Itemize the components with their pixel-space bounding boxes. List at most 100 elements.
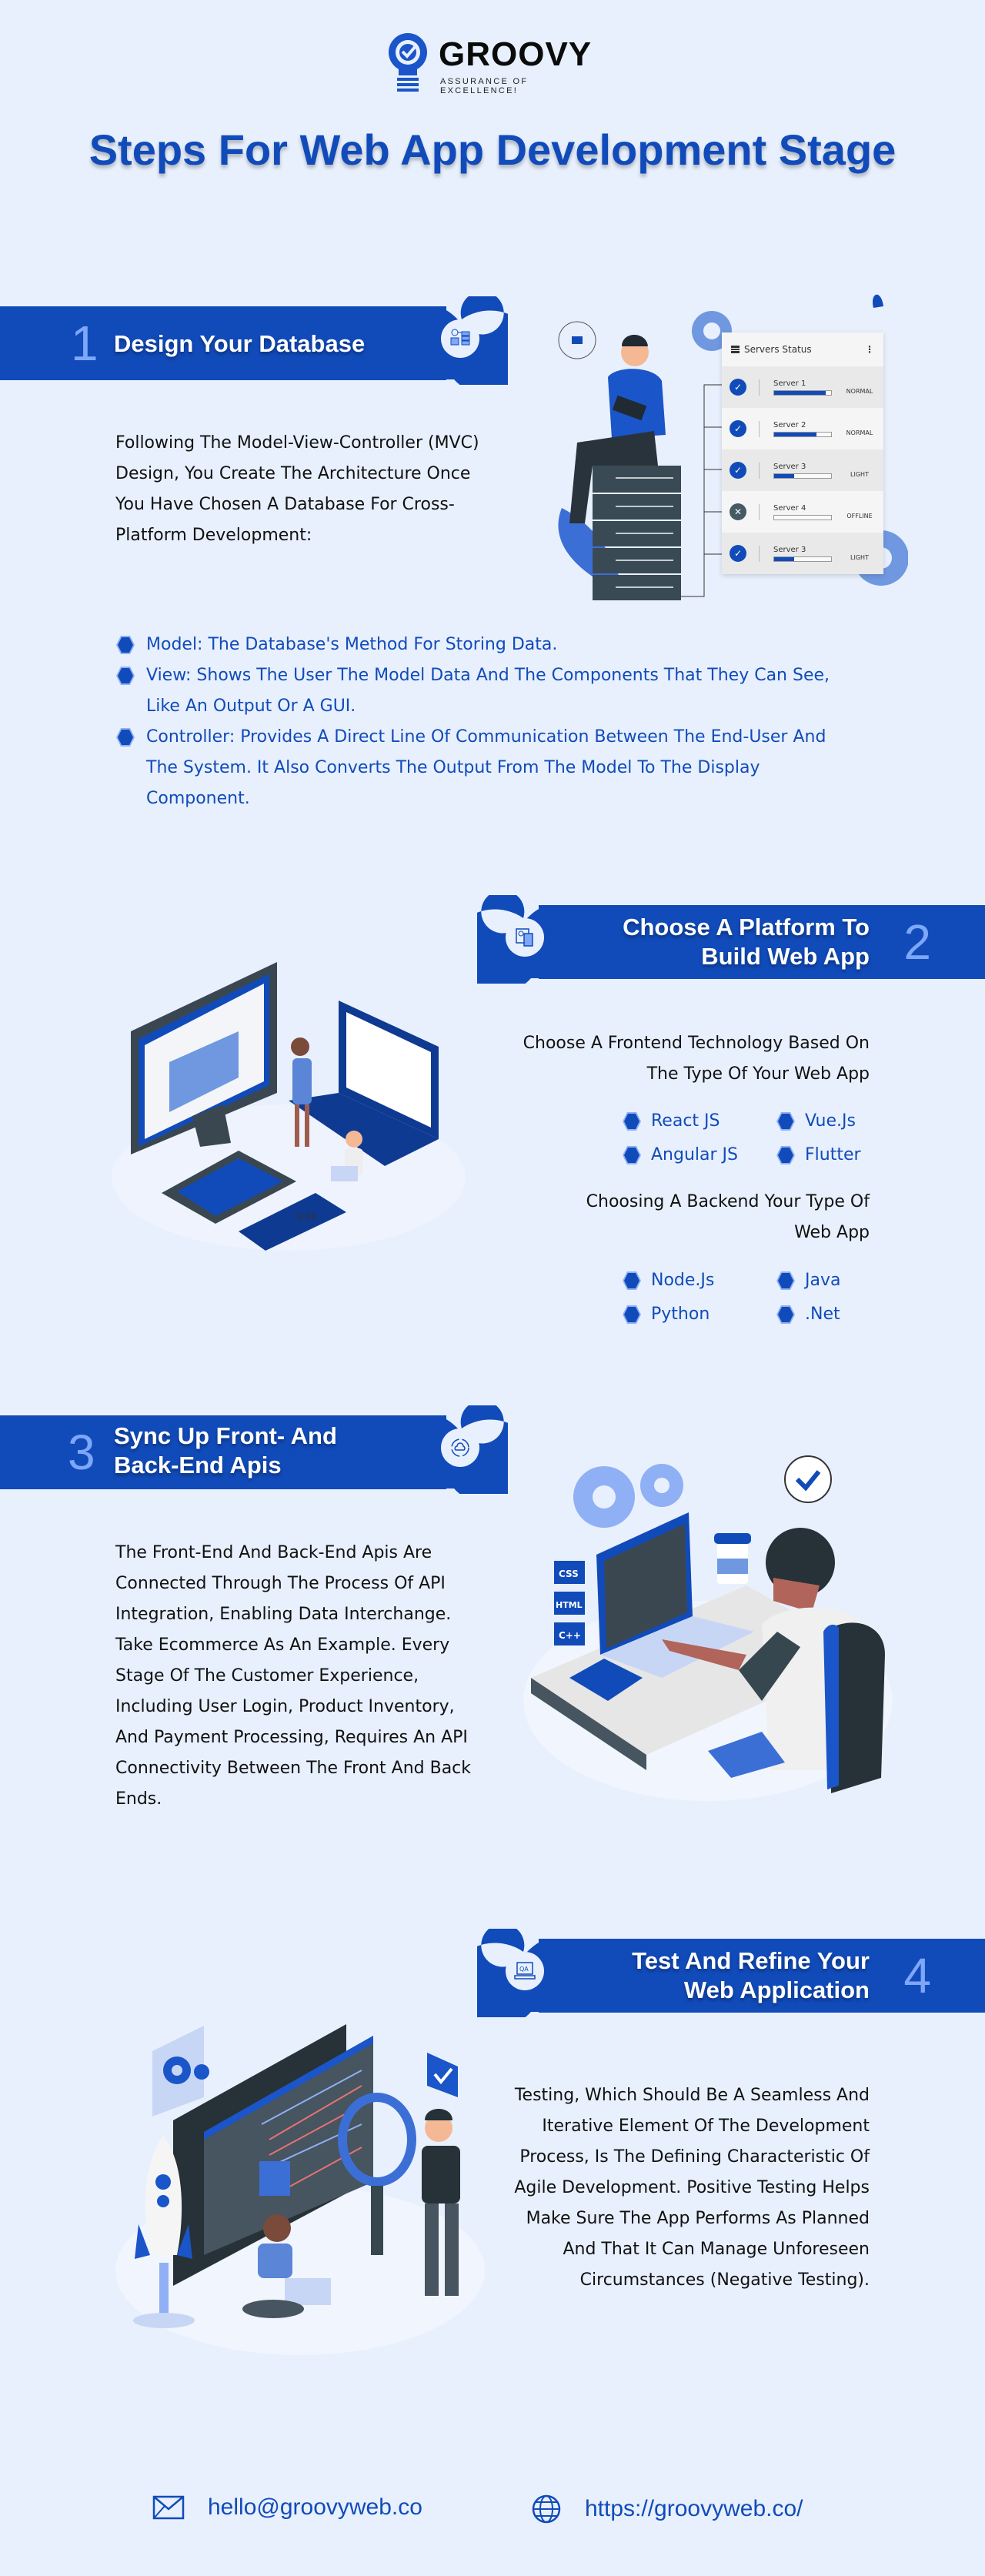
frontend-tech-list: React JS Vue.Js Angular JS Flutter: [622, 1107, 883, 1170]
lightbulb-check-icon: [389, 33, 427, 92]
server-load-bar: [773, 514, 832, 520]
mvc-bullet-list: Model: The Database's Method For Storing…: [115, 630, 854, 814]
tech-item: .Net: [776, 1300, 883, 1329]
server-status-label: OFFLINE: [846, 512, 873, 520]
hexagon-bullet-icon: [115, 635, 135, 655]
server-name: Server 3: [773, 462, 806, 471]
server-load-bar: [773, 431, 832, 437]
footer-email-link[interactable]: hello@groovyweb.co: [152, 2494, 422, 2521]
tech-item: React JS: [622, 1107, 776, 1136]
step-3-banner: 3 Sync Up Front- And Back-End Apis: [0, 1415, 446, 1489]
frontend-heading: Choose A Frontend Technology Based On Th…: [523, 1034, 870, 1084]
page-title: Steps For Web App Development Stage: [88, 125, 897, 174]
bullet-item: Model: The Database's Method For Storing…: [115, 630, 854, 660]
step-number: 2: [903, 914, 931, 970]
footer-website-link[interactable]: https://groovyweb.co/: [531, 2494, 803, 2524]
hexagon-bullet-icon: [115, 666, 135, 686]
server-status-label: LIGHT: [850, 470, 869, 478]
hexagon-bullet-icon: [622, 1271, 642, 1291]
server-row: ✓ Server 1 NORMAL: [722, 366, 883, 408]
hexagon-bullet-icon: [776, 1145, 796, 1165]
step-2-banner: Choose A Platform To Build Web App 2: [539, 905, 985, 979]
tag-html: HTML: [556, 1600, 583, 1610]
qa-laptop-icon: QA: [506, 1952, 544, 1990]
check-circle-icon: ✓: [730, 420, 746, 437]
servers-status-panel: Servers Status ⋮ ✓ Server 1 NORMAL ✓ Server …: [722, 332, 883, 574]
tag-css: CSS: [559, 1569, 579, 1579]
server-load-fill: [774, 556, 794, 561]
server-row: ✕ Server 4 OFFLINE: [722, 491, 883, 533]
bullet-item: View: Shows The User The Model Data And …: [115, 660, 854, 722]
server-row: ✓ Server 3 LIGHT: [722, 533, 883, 574]
hexagon-bullet-icon: [776, 1305, 796, 1325]
server-load-fill: [774, 390, 826, 395]
tech-item: Python: [622, 1300, 776, 1329]
backend-heading: Choosing A Backend Your Type Of Web App: [586, 1192, 870, 1242]
check-circle-icon: ✓: [730, 545, 746, 562]
globe-icon: [532, 2494, 561, 2524]
hexagon-bullet-icon: [115, 727, 135, 747]
brand-name: GROOVY: [439, 35, 593, 73]
tech-item: Java: [776, 1266, 883, 1295]
server-name: Server 4: [773, 503, 806, 513]
tag-cpp: C++: [559, 1630, 581, 1641]
server-row: ✓ Server 3 LIGHT: [722, 449, 883, 491]
brand-tagline: ASSURANCE OF EXCELLENCE!: [440, 77, 529, 95]
server-load-fill: [774, 473, 794, 478]
server-name: Server 2: [773, 420, 806, 429]
step-4-paragraph: Testing, Which Should Be A Seamless And …: [514, 2086, 870, 2290]
check-circle-icon: ✓: [730, 379, 746, 396]
step-number: 3: [68, 1425, 95, 1480]
more-options-icon[interactable]: ⋮: [865, 344, 874, 355]
panel-title: Servers Status: [744, 344, 812, 355]
server-status-label: NORMAL: [846, 429, 873, 436]
email-text[interactable]: hello@groovyweb.co: [208, 2494, 422, 2521]
tech-item: Vue.Js: [776, 1107, 883, 1136]
step-title: Choose A Platform To Build Web App: [623, 914, 870, 970]
developer-laptop-icon: CSS HTML C++: [523, 1455, 893, 1801]
hexagon-bullet-icon: [622, 1111, 642, 1131]
server-load-bar: [773, 473, 832, 479]
hexagon-bullet-icon: [776, 1271, 796, 1291]
server-status-label: LIGHT: [850, 553, 869, 561]
server-load-fill: [774, 432, 816, 436]
step-number: 4: [903, 1948, 931, 2003]
x-circle-icon: ✕: [730, 503, 746, 520]
step-1-paragraph: Following The Model-View-Controller (MVC…: [115, 433, 479, 545]
hexagon-bullet-icon: [622, 1305, 642, 1325]
testing-team-illustration: [108, 2009, 492, 2363]
check-circle-icon: ✓: [730, 462, 746, 479]
step-title: Sync Up Front- And Back-End Apis: [114, 1422, 337, 1478]
website-text[interactable]: https://groovyweb.co/: [585, 2496, 803, 2522]
step-title: Test And Refine Your Web Application: [632, 1947, 870, 2003]
database-network-icon: [441, 319, 479, 358]
svg-text:QA: QA: [519, 1966, 529, 1973]
servers-status-illustration: Servers Status ⋮ ✓ Server 1 NORMAL ✓ Server …: [531, 292, 908, 608]
server-load-bar: [773, 556, 832, 562]
step-3-paragraph: The Front-End And Back-End Apis Are Conn…: [115, 1543, 472, 1809]
hexagon-bullet-icon: [776, 1111, 796, 1131]
multi-device-illustration: 9:00: [108, 947, 469, 1255]
tech-item: Angular JS: [622, 1141, 776, 1170]
brand-logo[interactable]: GROOVY ASSURANCE OF EXCELLENCE!: [385, 31, 608, 95]
step-number: 1: [71, 316, 98, 371]
cloud-sync-icon: [441, 1428, 479, 1467]
tech-item: Node.Js: [622, 1266, 776, 1295]
hexagon-bullet-icon: [622, 1145, 642, 1165]
mail-icon: [152, 2495, 185, 2520]
step-1-banner: 1 Design Your Database: [0, 306, 446, 380]
developer-coding-illustration: CSS HTML C++: [508, 1447, 908, 1809]
server-row: ✓ Server 2 NORMAL: [722, 408, 883, 449]
step-title: Design Your Database: [114, 330, 366, 357]
bullet-item: Controller: Provides A Direct Line Of Co…: [115, 722, 854, 814]
step-4-banner: Test And Refine Your Web Application 4: [539, 1939, 985, 2013]
testing-monitor-rocket-icon: [115, 2024, 485, 2355]
backend-tech-list: Node.Js Java Python .Net: [622, 1266, 883, 1329]
phone-time: 9:00: [296, 1211, 317, 1222]
devices-people-icon: 9:00: [112, 962, 466, 1251]
server-name: Server 3: [773, 545, 806, 554]
server-status-label: NORMAL: [846, 387, 873, 395]
server-name: Server 1: [773, 379, 806, 388]
server-load-bar: [773, 389, 832, 396]
devices-settings-icon: [506, 918, 544, 957]
